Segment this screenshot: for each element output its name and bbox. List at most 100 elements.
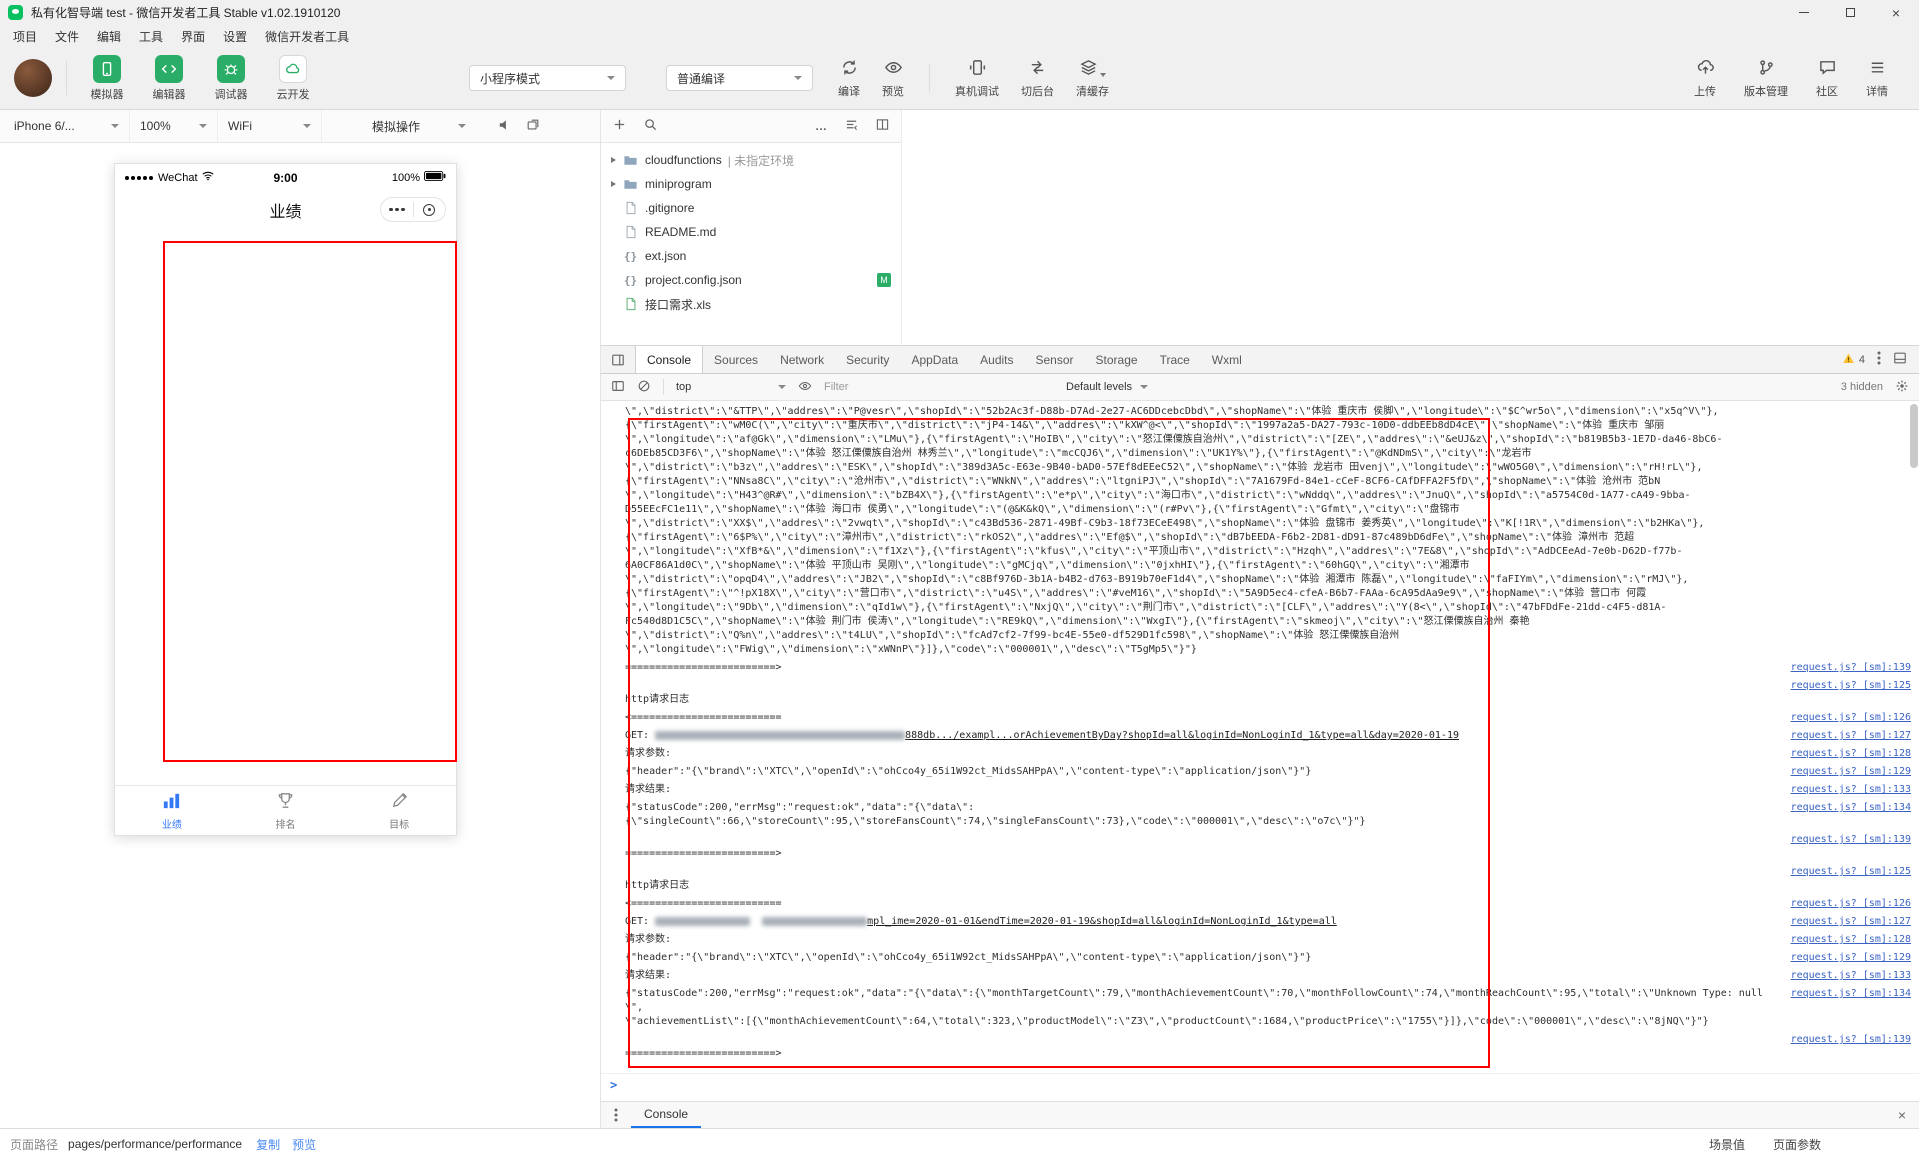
tree-item[interactable]: cloudfunctions | 未指定环境 [601,148,901,172]
phone-tab-target[interactable]: 目标 [342,786,456,835]
source-location-link[interactable]: request.js? [sm]:126 [1791,711,1911,725]
tree-item[interactable]: miniprogram [601,172,901,196]
community-button[interactable]: 社区 [1805,58,1849,99]
user-avatar[interactable] [14,59,52,97]
console-settings-gear-icon[interactable] [1895,379,1909,396]
tree-item[interactable]: 接口需求.xls [601,292,901,316]
drawer-tab-console[interactable]: Console [631,1102,702,1128]
tree-item[interactable]: README.md [601,220,901,244]
source-location-link[interactable]: request.js? [sm]:126 [1791,897,1911,911]
simulator-toggle-button[interactable]: 模拟器 [81,54,133,102]
page-params-button[interactable]: 页面参数 [1773,1136,1821,1153]
scrollbar-thumb[interactable] [1910,404,1918,468]
search-icon[interactable] [644,118,657,134]
copy-path-button[interactable]: 复制 [256,1136,280,1153]
clear-cache-button[interactable]: 清缓存 [1065,58,1120,99]
network-select[interactable]: WiFi [218,110,322,142]
source-location-link[interactable]: request.js? [sm]:127 [1791,729,1911,743]
devtools-tab-storage[interactable]: Storage [1085,346,1149,373]
remote-debug-button[interactable]: 真机调试 [944,58,1010,99]
source-location-link[interactable]: request.js? [sm]:134 [1791,987,1911,1001]
dock-side-icon[interactable] [601,353,635,367]
cloud-dev-button[interactable]: 云开发 [267,54,319,102]
kebab-menu-icon[interactable] [1877,351,1881,368]
menu-item[interactable]: 微信开发者工具 [256,25,358,47]
devtools-tab-appdata[interactable]: AppData [900,346,969,373]
source-location-link[interactable]: request.js? [sm]:134 [1791,801,1911,815]
preview-button[interactable]: 预览 [871,58,915,99]
source-location-link[interactable]: request.js? [sm]:129 [1791,951,1911,965]
drawer-close-icon[interactable]: × [1885,1107,1919,1123]
console-scrollbar[interactable] [1910,404,1918,1098]
close-button[interactable]: × [1873,0,1919,25]
live-expression-eye-icon[interactable] [798,379,812,396]
clear-console-icon[interactable] [637,379,651,396]
menu-item[interactable]: 文件 [46,25,88,47]
panel-layout-icon[interactable] [1893,351,1907,368]
filter-input[interactable] [824,381,1054,393]
tree-item[interactable]: .gitignore [601,196,901,220]
devtools-tab-sources[interactable]: Sources [703,346,769,373]
warnings-badge[interactable]: 4 [1842,352,1865,368]
upload-button[interactable]: 上传 [1683,58,1727,99]
source-location-link[interactable]: request.js? [sm]:139 [1791,833,1911,847]
menu-item[interactable]: 编辑 [88,25,130,47]
tree-item[interactable]: {} project.config.json M [601,268,901,292]
devtools-tab-security[interactable]: Security [835,346,900,373]
source-location-link[interactable]: request.js? [sm]:133 [1791,969,1911,983]
zoom-select[interactable]: 100% [130,110,218,142]
debugger-toggle-button[interactable]: 调试器 [205,54,257,102]
editor-toggle-button[interactable]: 编辑器 [143,54,195,102]
devtools-tab-network[interactable]: Network [769,346,835,373]
source-location-link[interactable]: request.js? [sm]:129 [1791,765,1911,779]
minimize-button[interactable] [1781,0,1827,25]
devtools-tab-console[interactable]: Console [635,346,704,373]
phone-tab-ranking[interactable]: 排名 [229,786,343,835]
switch-background-button[interactable]: 切后台 [1010,58,1065,99]
details-button[interactable]: 详情 [1855,58,1899,99]
phone-tab-performance[interactable]: 业绩 [115,786,229,835]
devtools-tab-sensor[interactable]: Sensor [1025,346,1085,373]
devtools-tab-trace[interactable]: Trace [1149,346,1201,373]
capture-icon[interactable] [526,118,540,135]
device-select[interactable]: iPhone 6/... [4,110,130,142]
version-control-button[interactable]: 版本管理 [1733,58,1799,99]
source-location-link[interactable]: request.js? [sm]:125 [1791,865,1911,879]
scene-value-button[interactable]: 场景值 [1709,1136,1745,1153]
source-location-link[interactable]: request.js? [sm]:128 [1791,747,1911,761]
devtools-tab-wxml[interactable]: Wxml [1201,346,1253,373]
add-file-icon[interactable] [613,118,626,134]
source-location-link[interactable]: request.js? [sm]:127 [1791,915,1911,929]
simulate-actions-select[interactable]: 模拟操作 [362,110,476,142]
devtools-tab-audits[interactable]: Audits [969,346,1024,373]
mode-select[interactable]: 小程序模式 [469,65,626,91]
more-dots-button[interactable] [381,207,413,212]
exit-circle-button[interactable] [414,203,446,216]
drawer-kebab-icon[interactable] [601,1108,631,1122]
console-log-area[interactable]: \",\"district\":\"&TTP\",\"addres\":\"P@… [601,401,1919,1101]
sound-icon[interactable] [498,118,512,135]
compile-mode-select[interactable]: 普通编译 [666,65,813,91]
maximize-button[interactable] [1827,0,1873,25]
tree-item[interactable]: {} ext.json [601,244,901,268]
console-prompt-row[interactable]: > [601,1073,1919,1092]
request-url-link[interactable]: 888db.../exampl...orAchievementByDay?sho… [905,730,1459,741]
source-location-link[interactable]: request.js? [sm]:133 [1791,783,1911,797]
compile-button[interactable]: 编译 [827,58,871,99]
source-location-link[interactable]: request.js? [sm]:139 [1791,661,1911,675]
request-url-link[interactable]: mpl_ime=2020-01-01&endTime=2020-01-19&sh… [867,916,1337,927]
menu-item[interactable]: 设置 [214,25,256,47]
menu-item[interactable]: 工具 [130,25,172,47]
log-levels-select[interactable]: Default levels [1066,381,1149,393]
menu-item[interactable]: 项目 [4,25,46,47]
preview-path-button[interactable]: 预览 [292,1136,316,1153]
collapse-files-icon[interactable] [845,118,858,134]
console-sidebar-icon[interactable] [611,379,625,396]
more-icon[interactable]: … [815,119,827,133]
context-select[interactable]: top [676,381,786,393]
source-location-link[interactable]: request.js? [sm]:125 [1791,679,1911,693]
menu-item[interactable]: 界面 [172,25,214,47]
source-location-link[interactable]: request.js? [sm]:139 [1791,1033,1911,1047]
split-editor-icon[interactable] [876,118,889,134]
source-location-link[interactable]: request.js? [sm]:128 [1791,933,1911,947]
